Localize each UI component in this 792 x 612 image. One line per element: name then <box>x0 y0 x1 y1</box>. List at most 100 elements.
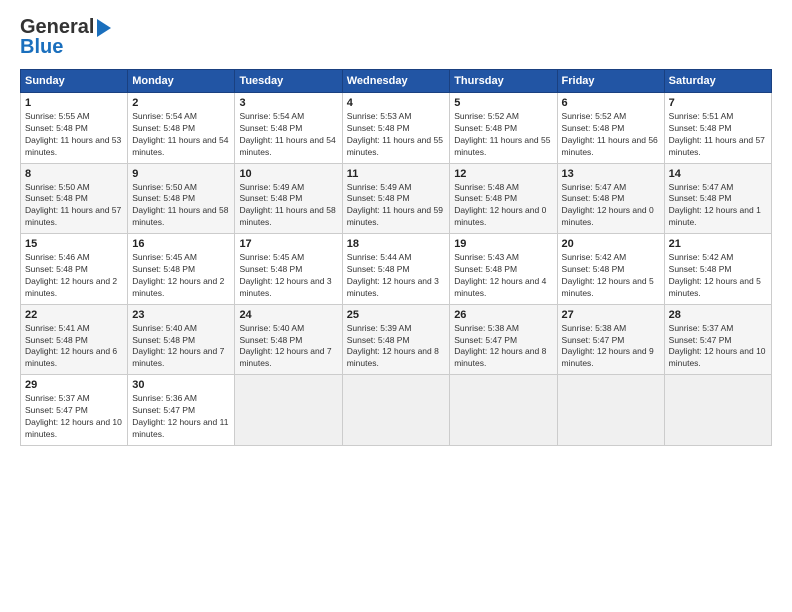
calendar-cell: 23 Sunrise: 5:40 AMSunset: 5:48 PMDayligh… <box>128 304 235 375</box>
calendar-cell: 30 Sunrise: 5:36 AMSunset: 5:47 PMDayligh… <box>128 375 235 446</box>
calendar-week-2: 8 Sunrise: 5:50 AMSunset: 5:48 PMDaylight… <box>21 163 772 234</box>
calendar-cell <box>664 375 771 446</box>
day-detail: Sunrise: 5:52 AMSunset: 5:48 PMDaylight:… <box>562 111 660 159</box>
calendar-cell: 16 Sunrise: 5:45 AMSunset: 5:48 PMDayligh… <box>128 234 235 305</box>
day-number: 20 <box>562 238 660 250</box>
day-number: 27 <box>562 309 660 321</box>
day-number: 13 <box>562 168 660 180</box>
weekday-header-monday: Monday <box>128 70 235 93</box>
weekday-header-row: SundayMondayTuesdayWednesdayThursdayFrid… <box>21 70 772 93</box>
day-detail: Sunrise: 5:55 AMSunset: 5:48 PMDaylight:… <box>25 111 123 159</box>
day-number: 16 <box>132 238 230 250</box>
day-number: 28 <box>669 309 767 321</box>
day-detail: Sunrise: 5:41 AMSunset: 5:48 PMDaylight:… <box>25 323 123 371</box>
calendar-cell: 27Sunrise: 5:38 AMSunset: 5:47 PMDayligh… <box>557 304 664 375</box>
calendar-week-5: 29 Sunrise: 5:37 AMSunset: 5:47 PMDayligh… <box>21 375 772 446</box>
day-number: 21 <box>669 238 767 250</box>
calendar-cell: 6 Sunrise: 5:52 AMSunset: 5:48 PMDaylight… <box>557 93 664 164</box>
calendar-cell: 7 Sunrise: 5:51 AMSunset: 5:48 PMDaylight… <box>664 93 771 164</box>
day-detail: Sunrise: 5:49 AMSunset: 5:48 PMDaylight:… <box>239 182 337 230</box>
calendar-cell <box>235 375 342 446</box>
calendar-cell: 17 Sunrise: 5:45 AMSunset: 5:48 PMDayligh… <box>235 234 342 305</box>
calendar-cell: 24 Sunrise: 5:40 AMSunset: 5:48 PMDayligh… <box>235 304 342 375</box>
day-number: 1 <box>25 97 123 109</box>
day-detail: Sunrise: 5:54 AMSunset: 5:48 PMDaylight:… <box>239 111 337 159</box>
calendar-cell <box>557 375 664 446</box>
calendar-cell: 22 Sunrise: 5:41 AMSunset: 5:48 PMDayligh… <box>21 304 128 375</box>
page-header: General Blue <box>20 16 772 59</box>
day-number: 8 <box>25 168 123 180</box>
calendar-cell: 11 Sunrise: 5:49 AMSunset: 5:48 PMDayligh… <box>342 163 449 234</box>
day-number: 29 <box>25 379 123 391</box>
calendar-cell: 12 Sunrise: 5:48 AMSunset: 5:48 PMDayligh… <box>450 163 557 234</box>
weekday-header-tuesday: Tuesday <box>235 70 342 93</box>
calendar-cell: 29 Sunrise: 5:37 AMSunset: 5:47 PMDayligh… <box>21 375 128 446</box>
day-detail: Sunrise: 5:48 AMSunset: 5:48 PMDaylight:… <box>454 182 552 230</box>
day-detail: Sunrise: 5:42 AMSunset: 5:48 PMDaylight:… <box>669 252 767 300</box>
day-number: 22 <box>25 309 123 321</box>
calendar-cell: 28Sunrise: 5:37 AMSunset: 5:47 PMDayligh… <box>664 304 771 375</box>
day-number: 15 <box>25 238 123 250</box>
day-detail: Sunrise: 5:40 AMSunset: 5:48 PMDaylight:… <box>239 323 337 371</box>
day-number: 3 <box>239 97 337 109</box>
day-detail: Sunrise: 5:50 AMSunset: 5:48 PMDaylight:… <box>132 182 230 230</box>
calendar-cell: 13 Sunrise: 5:47 AMSunset: 5:48 PMDayligh… <box>557 163 664 234</box>
day-number: 10 <box>239 168 337 180</box>
day-number: 30 <box>132 379 230 391</box>
day-detail: Sunrise: 5:47 AMSunset: 5:48 PMDaylight:… <box>562 182 660 230</box>
weekday-header-friday: Friday <box>557 70 664 93</box>
day-number: 7 <box>669 97 767 109</box>
calendar-week-1: 1 Sunrise: 5:55 AMSunset: 5:48 PMDaylight… <box>21 93 772 164</box>
day-number: 6 <box>562 97 660 109</box>
day-detail: Sunrise: 5:40 AMSunset: 5:48 PMDaylight:… <box>132 323 230 371</box>
day-detail: Sunrise: 5:43 AMSunset: 5:48 PMDaylight:… <box>454 252 552 300</box>
calendar-cell: 4Sunrise: 5:53 AMSunset: 5:48 PMDaylight… <box>342 93 449 164</box>
calendar-cell: 26Sunrise: 5:38 AMSunset: 5:47 PMDayligh… <box>450 304 557 375</box>
day-detail: Sunrise: 5:47 AMSunset: 5:48 PMDaylight:… <box>669 182 767 230</box>
calendar-cell: 3 Sunrise: 5:54 AMSunset: 5:48 PMDaylight… <box>235 93 342 164</box>
day-number: 12 <box>454 168 552 180</box>
day-detail: Sunrise: 5:45 AMSunset: 5:48 PMDaylight:… <box>132 252 230 300</box>
day-detail: Sunrise: 5:37 AMSunset: 5:47 PMDaylight:… <box>25 393 123 441</box>
day-detail: Sunrise: 5:45 AMSunset: 5:48 PMDaylight:… <box>239 252 337 300</box>
day-detail: Sunrise: 5:54 AMSunset: 5:48 PMDaylight:… <box>132 111 230 159</box>
weekday-header-thursday: Thursday <box>450 70 557 93</box>
calendar-cell: 25 Sunrise: 5:39 AMSunset: 5:48 PMDayligh… <box>342 304 449 375</box>
calendar-cell: 9Sunrise: 5:50 AMSunset: 5:48 PMDaylight… <box>128 163 235 234</box>
day-number: 5 <box>454 97 552 109</box>
calendar-cell: 19 Sunrise: 5:43 AMSunset: 5:48 PMDayligh… <box>450 234 557 305</box>
day-detail: Sunrise: 5:39 AMSunset: 5:48 PMDaylight:… <box>347 323 445 371</box>
logo-blue: Blue <box>20 36 63 59</box>
day-detail: Sunrise: 5:52 AMSunset: 5:48 PMDaylight:… <box>454 111 552 159</box>
calendar-week-4: 22 Sunrise: 5:41 AMSunset: 5:48 PMDayligh… <box>21 304 772 375</box>
day-detail: Sunrise: 5:36 AMSunset: 5:47 PMDaylight:… <box>132 393 230 441</box>
day-number: 11 <box>347 168 445 180</box>
day-number: 14 <box>669 168 767 180</box>
day-number: 23 <box>132 309 230 321</box>
day-number: 17 <box>239 238 337 250</box>
day-detail: Sunrise: 5:50 AMSunset: 5:48 PMDaylight:… <box>25 182 123 230</box>
day-detail: Sunrise: 5:42 AMSunset: 5:48 PMDaylight:… <box>562 252 660 300</box>
calendar-week-3: 15 Sunrise: 5:46 AMSunset: 5:48 PMDayligh… <box>21 234 772 305</box>
calendar-cell <box>342 375 449 446</box>
logo-arrow-icon <box>97 19 111 37</box>
calendar-cell: 2 Sunrise: 5:54 AMSunset: 5:48 PMDaylight… <box>128 93 235 164</box>
calendar-cell: 21 Sunrise: 5:42 AMSunset: 5:48 PMDayligh… <box>664 234 771 305</box>
calendar-cell: 18Sunrise: 5:44 AMSunset: 5:48 PMDayligh… <box>342 234 449 305</box>
day-detail: Sunrise: 5:44 AMSunset: 5:48 PMDaylight:… <box>347 252 445 300</box>
day-number: 26 <box>454 309 552 321</box>
day-number: 2 <box>132 97 230 109</box>
day-number: 19 <box>454 238 552 250</box>
calendar-cell: 15 Sunrise: 5:46 AMSunset: 5:48 PMDayligh… <box>21 234 128 305</box>
day-number: 24 <box>239 309 337 321</box>
day-detail: Sunrise: 5:49 AMSunset: 5:48 PMDaylight:… <box>347 182 445 230</box>
calendar-page: General Blue SundayMondayTuesdayWednesda… <box>0 0 792 612</box>
day-number: 25 <box>347 309 445 321</box>
calendar-cell: 1 Sunrise: 5:55 AMSunset: 5:48 PMDaylight… <box>21 93 128 164</box>
calendar-table: SundayMondayTuesdayWednesdayThursdayFrid… <box>20 69 772 446</box>
day-detail: Sunrise: 5:51 AMSunset: 5:48 PMDaylight:… <box>669 111 767 159</box>
calendar-cell: 8 Sunrise: 5:50 AMSunset: 5:48 PMDaylight… <box>21 163 128 234</box>
calendar-cell <box>450 375 557 446</box>
day-detail: Sunrise: 5:46 AMSunset: 5:48 PMDaylight:… <box>25 252 123 300</box>
calendar-cell: 20 Sunrise: 5:42 AMSunset: 5:48 PMDayligh… <box>557 234 664 305</box>
